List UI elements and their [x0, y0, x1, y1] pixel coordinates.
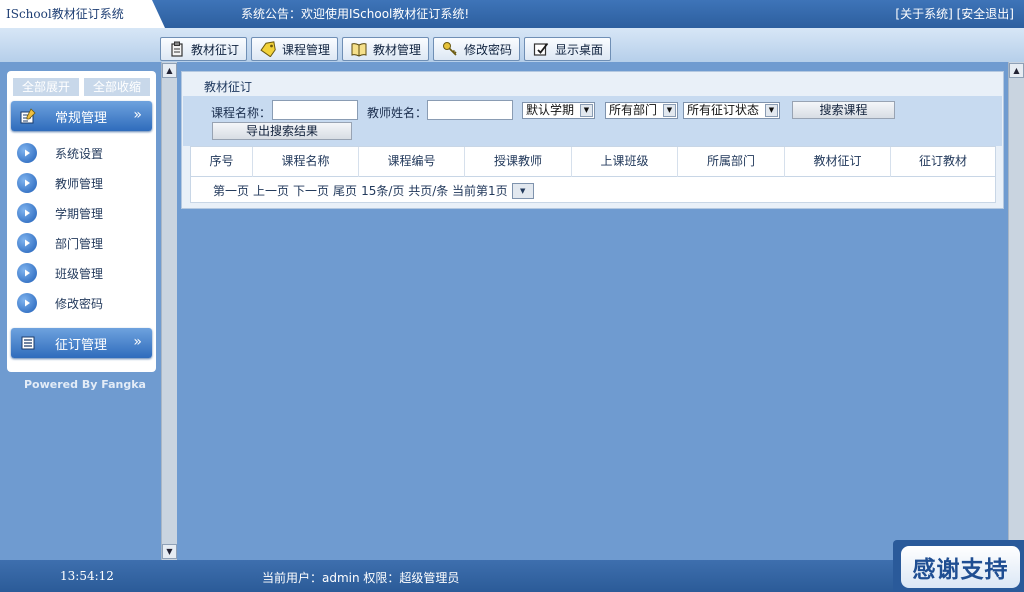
- collapse-all-button[interactable]: 全部收缩: [84, 78, 150, 96]
- course-table: 序号 课程名称 课程编号 授课教师 上课班级 所属部门 教材征订 征订教材 第一…: [190, 146, 996, 203]
- teacher-name-input[interactable]: [427, 100, 513, 120]
- column-header-index: 序号: [191, 147, 253, 177]
- change-password-toolbar-button[interactable]: 修改密码: [433, 37, 520, 61]
- department-select[interactable]: 所有部门 ▼: [605, 102, 678, 119]
- system-announcement: 系统公告：欢迎使用ISchool教材征订系统!: [241, 7, 470, 21]
- table-header: 序号 课程名称 课程编号 授课教师 上课班级 所属部门 教材征订 征订教材: [191, 147, 995, 177]
- status-bar: 13:54:12 当前用户：admin 权限：超级管理员: [0, 560, 1024, 592]
- sidebar-group-general[interactable]: 常规管理 »: [11, 101, 152, 131]
- teacher-name-label: 教师姓名：: [367, 106, 428, 120]
- change-password-toolbar-label: 修改密码: [464, 42, 513, 57]
- textbook-order-label: 教材征订: [191, 42, 240, 57]
- sidebar-item-label: 修改密码: [55, 296, 104, 311]
- tag-icon: [260, 41, 276, 57]
- pager: 第一页 上一页 下一页 尾页 15条/页 共页/条 当前第1页 ▼: [213, 182, 534, 199]
- textbook-management-button[interactable]: 教材管理: [342, 37, 429, 61]
- powered-by: Powered By Fangka: [24, 378, 146, 391]
- course-name-input[interactable]: [272, 100, 358, 120]
- search-course-button[interactable]: 搜索课程: [792, 101, 895, 119]
- play-arrow-icon: [17, 293, 37, 313]
- sidebar-item-class-management[interactable]: 班级管理: [17, 262, 103, 284]
- course-management-button[interactable]: 课程管理: [251, 37, 338, 61]
- column-header-department: 所属部门: [678, 147, 785, 177]
- scroll-down-icon[interactable]: ▼: [162, 544, 177, 559]
- sidebar-item-label: 教师管理: [55, 176, 104, 191]
- top-bar: ISchool教材征订系统 系统公告：欢迎使用ISchool教材征订系统! [关…: [0, 0, 1024, 28]
- chevron-double-right-icon: »: [133, 334, 142, 350]
- sidebar-item-teacher-management[interactable]: 教师管理: [17, 172, 103, 194]
- column-header-textbook-order: 教材征订: [785, 147, 891, 177]
- toolbar: 教材征订 课程管理 教材管理 修改密码 显示桌面: [0, 28, 1024, 62]
- column-header-course-name: 课程名称: [253, 147, 359, 177]
- sidebar-group-order-label: 征订管理: [55, 337, 108, 353]
- expand-all-button[interactable]: 全部展开: [13, 78, 79, 96]
- play-arrow-icon: [17, 233, 37, 253]
- panel-title: 教材征订: [204, 80, 253, 94]
- chevron-double-right-icon: »: [133, 107, 142, 123]
- sidebar-item-label: 部门管理: [55, 236, 104, 251]
- dropdown-arrow-icon: ▼: [663, 104, 676, 117]
- column-header-ordered-textbook: 征订教材: [918, 154, 967, 168]
- order-status-select[interactable]: 所有征订状态 ▼: [683, 102, 780, 119]
- sidebar-item-change-password[interactable]: 修改密码: [17, 292, 103, 314]
- sidebar-item-label: 班级管理: [55, 266, 104, 281]
- term-select-value: 默认学期: [526, 103, 575, 117]
- pager-first-link[interactable]: 第一页: [213, 182, 249, 199]
- main-frame-left-scrollbar[interactable]: ▲ ▼: [161, 62, 177, 560]
- column-header-course-code: 课程编号: [359, 147, 465, 177]
- column-header-class: 上课班级: [572, 147, 678, 177]
- sidebar-expand-row: 全部展开 全部收缩: [13, 78, 150, 96]
- dropdown-arrow-icon: ▼: [580, 104, 593, 117]
- sidebar-group-order[interactable]: 征订管理 »: [11, 328, 152, 358]
- sidebar-item-department-management[interactable]: 部门管理: [17, 232, 103, 254]
- current-user-info: 当前用户：admin 权限：超级管理员: [262, 571, 460, 585]
- search-area: 课程名称： 教师姓名： 默认学期 ▼ 所有部门 ▼ 所有征订状态 ▼ 搜索课程 …: [183, 96, 1002, 146]
- pager-summary: 15条/页 共页/条 当前第1页: [361, 184, 508, 198]
- book-icon: [351, 41, 367, 57]
- about-system-link[interactable]: [关于系统]: [895, 7, 952, 21]
- term-select[interactable]: 默认学期 ▼: [522, 102, 595, 119]
- clock: 13:54:12: [60, 569, 114, 583]
- sidebar-group-general-label: 常规管理: [55, 110, 108, 126]
- logout-link[interactable]: [安全退出]: [957, 7, 1014, 21]
- clipboard-icon: [169, 41, 185, 57]
- list-icon: [19, 334, 37, 352]
- desktop-icon: [533, 41, 549, 57]
- sidebar-item-label: 学期管理: [55, 206, 104, 221]
- textbook-order-panel: 教材征订 课程名称： 教师姓名： 默认学期 ▼ 所有部门 ▼ 所有征订状态 ▼ …: [181, 71, 1004, 209]
- pager-prev-link[interactable]: 上一页: [253, 182, 289, 199]
- department-select-value: 所有部门: [609, 103, 658, 117]
- show-desktop-label: 显示桌面: [555, 42, 604, 57]
- export-results-button[interactable]: 导出搜索结果: [212, 122, 352, 140]
- play-arrow-icon: [17, 203, 37, 223]
- gear-icon: [19, 107, 37, 125]
- play-arrow-icon: [17, 173, 37, 193]
- column-header-teacher: 授课教师: [465, 147, 572, 177]
- textbook-order-button[interactable]: 教材征订: [160, 37, 247, 61]
- course-name-label: 课程名称：: [211, 106, 272, 120]
- play-arrow-icon: [17, 143, 37, 163]
- show-desktop-button[interactable]: 显示桌面: [524, 37, 611, 61]
- sidebar-item-system-settings[interactable]: 系统设置: [17, 142, 103, 164]
- main-frame-right-scrollbar[interactable]: ▲: [1008, 62, 1024, 560]
- key-icon: [442, 41, 458, 57]
- sidebar-item-term-management[interactable]: 学期管理: [17, 202, 103, 224]
- top-links: [关于系统] [安全退出]: [895, 0, 1014, 28]
- sidebar-item-label: 系统设置: [55, 146, 104, 161]
- app-title: ISchool教材征订系统: [0, 0, 165, 28]
- scroll-up-icon[interactable]: ▲: [1009, 63, 1024, 78]
- sidebar: 全部展开 全部收缩 常规管理 » 系统设置 教师管理 学期管理 部门管理 班级管…: [7, 71, 156, 372]
- pager-last-link[interactable]: 尾页: [333, 182, 357, 199]
- pager-next-link[interactable]: 下一页: [293, 182, 329, 199]
- textbook-management-label: 教材管理: [373, 42, 422, 57]
- course-management-label: 课程管理: [282, 42, 331, 57]
- order-status-select-value: 所有征订状态: [687, 103, 760, 117]
- play-arrow-icon: [17, 263, 37, 283]
- dropdown-arrow-icon: ▼: [519, 186, 526, 195]
- page-select[interactable]: ▼: [511, 182, 534, 199]
- thanks-badge[interactable]: 感谢支持: [893, 540, 1024, 592]
- dropdown-arrow-icon: ▼: [765, 104, 778, 117]
- thanks-label: 感谢支持: [901, 546, 1020, 588]
- scroll-up-icon[interactable]: ▲: [162, 63, 177, 78]
